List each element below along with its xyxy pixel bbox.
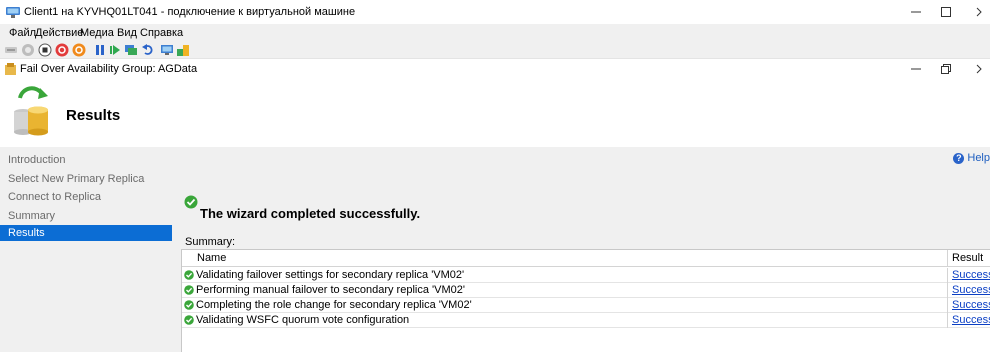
success-check-icon [184, 315, 194, 325]
vm-connection-icon [6, 7, 20, 18]
wizard-title: Fail Over Availability Group: AGData [20, 63, 198, 75]
nav-item-results[interactable]: Results [0, 225, 172, 241]
menu-action[interactable]: Действие [35, 27, 83, 39]
wizard-titlebar: Fail Over Availability Group: AGData [0, 59, 990, 80]
row-name-cell: Validating failover settings for seconda… [182, 268, 948, 283]
row-name-text: Validating WSFC quorum vote configuratio… [196, 314, 410, 326]
share-icon[interactable] [176, 43, 190, 57]
success-check-icon [184, 195, 198, 209]
table-header: Name Result [182, 250, 990, 267]
pause-icon[interactable] [93, 43, 107, 57]
turn-off-icon[interactable] [38, 43, 52, 57]
scroll-right-icon [976, 7, 982, 17]
row-result-link[interactable]: Success [949, 298, 990, 313]
wizard-header: Results [0, 80, 990, 147]
database-refresh-icon [14, 86, 48, 136]
shutdown-icon[interactable] [55, 43, 69, 57]
scroll-right-icon [976, 64, 982, 74]
row-result-link[interactable]: Success [949, 283, 990, 298]
row-result-link[interactable]: Success [949, 268, 990, 283]
table-row: Validating failover settings for seconda… [182, 268, 990, 283]
row-name-text: Performing manual failover to secondary … [196, 284, 465, 296]
checkpoint-icon[interactable] [124, 43, 138, 57]
ctrl-alt-del-icon[interactable] [4, 43, 18, 57]
enhanced-session-icon[interactable] [160, 43, 174, 57]
menu-file[interactable]: Файл [9, 27, 36, 39]
row-name-cell: Performing manual failover to secondary … [182, 283, 948, 298]
results-content: ? Help The wizard completed successfully… [172, 147, 990, 352]
table-row: Performing manual failover to secondary … [182, 283, 990, 298]
nav-item-select-new-primary-replica[interactable]: Select New Primary Replica [0, 171, 172, 187]
window-title: Client1 на KYVHQ01LT041 - подключение к … [24, 6, 356, 18]
wizard-steps-nav: Introduction Select New Primary Replica … [0, 147, 172, 352]
row-name-cell: Validating WSFC quorum vote configuratio… [182, 313, 948, 328]
maximize-icon [941, 7, 951, 17]
help-label: Help [967, 152, 990, 164]
wizard-minimize-button[interactable] [899, 59, 933, 79]
scroll-right-button[interactable] [962, 2, 990, 22]
minimize-button[interactable] [899, 2, 933, 22]
menu-help[interactable]: Справка [140, 27, 183, 39]
start-icon[interactable] [21, 43, 35, 57]
wizard-scroll-right-button[interactable] [962, 59, 990, 79]
maximize-button[interactable] [929, 2, 963, 22]
minimize-icon [911, 68, 921, 70]
column-header-result[interactable]: Result [949, 250, 990, 267]
results-table: Name Result Validating failover settings… [181, 249, 990, 352]
window-titlebar: Client1 на KYVHQ01LT041 - подключение к … [0, 0, 990, 24]
minimize-icon [911, 11, 921, 13]
page-heading: Results [66, 107, 121, 124]
menu-bar: Файл Действие Медиа Вид Справка [0, 24, 990, 42]
success-message: The wizard completed successfully. [200, 206, 421, 221]
nav-item-summary[interactable]: Summary [0, 208, 172, 224]
help-link[interactable]: ? Help [953, 152, 990, 164]
toolbar [0, 42, 990, 59]
nav-item-introduction[interactable]: Introduction [0, 152, 172, 168]
row-name-cell: Completing the role change for secondary… [182, 298, 948, 313]
availability-group-icon [5, 63, 16, 75]
column-header-name[interactable]: Name [182, 250, 948, 267]
restore-icon [941, 64, 951, 74]
wizard-restore-button[interactable] [929, 59, 963, 79]
revert-icon[interactable] [141, 43, 155, 57]
row-name-text: Completing the role change for secondary… [196, 299, 472, 311]
summary-label: Summary: [185, 236, 236, 248]
success-check-icon [184, 285, 194, 295]
menu-media[interactable]: Медиа [80, 27, 114, 39]
resume-icon[interactable] [108, 43, 122, 57]
menu-view[interactable]: Вид [117, 27, 137, 39]
help-icon: ? [953, 152, 965, 164]
success-check-icon [184, 300, 194, 310]
row-result-link[interactable]: Success [949, 313, 990, 328]
nav-item-connect-to-replica[interactable]: Connect to Replica [0, 189, 172, 205]
table-row: Completing the role change for secondary… [182, 298, 990, 313]
success-check-icon [184, 270, 194, 280]
table-row: Validating WSFC quorum vote configuratio… [182, 313, 990, 328]
save-state-icon[interactable] [72, 43, 86, 57]
row-name-text: Validating failover settings for seconda… [196, 269, 465, 281]
